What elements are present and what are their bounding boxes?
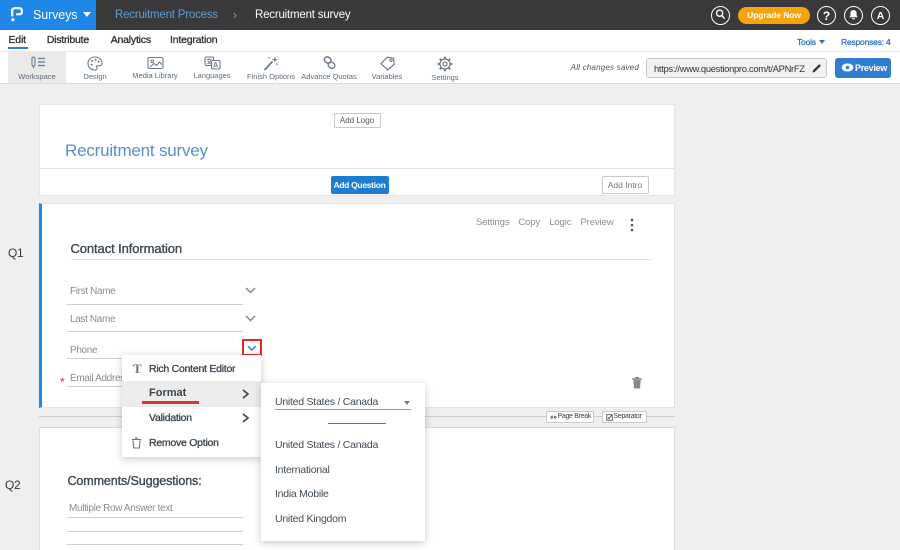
svg-text:T: T <box>133 362 142 375</box>
